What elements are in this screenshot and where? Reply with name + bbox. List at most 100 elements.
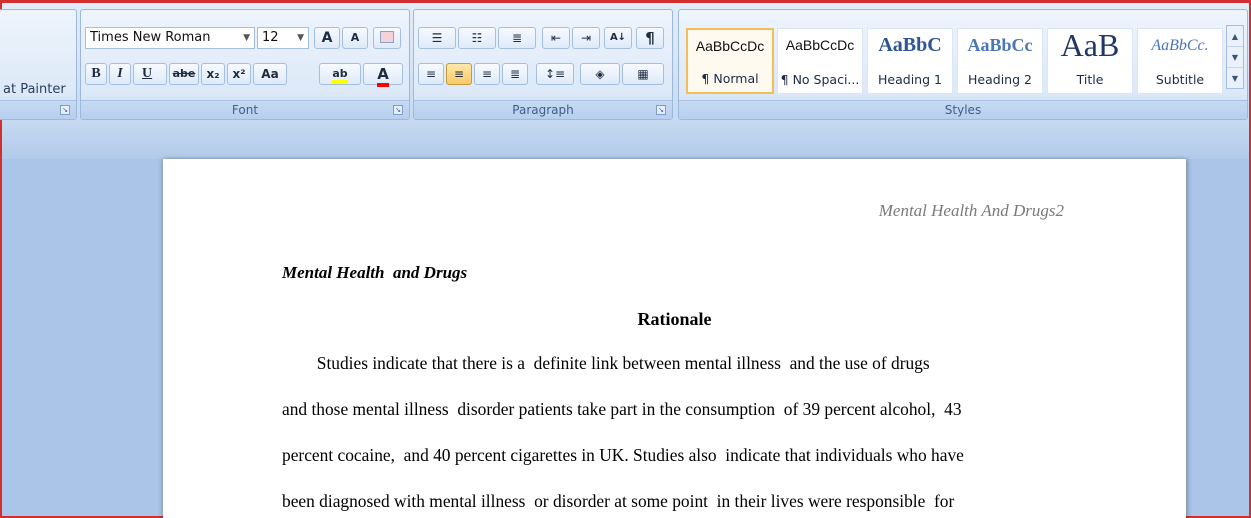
style-heading-2[interactable]: AaBbCc Heading 2: [957, 28, 1043, 94]
increase-indent-icon: ⇥: [580, 31, 592, 45]
justify-button[interactable]: ≣: [502, 63, 528, 85]
numbering-button[interactable]: ☷: [458, 27, 496, 49]
paragraph-group-label: Paragraph: [414, 100, 672, 119]
scroll-down-icon[interactable]: ▼: [1227, 47, 1243, 68]
strikethrough-button[interactable]: abe: [169, 63, 199, 85]
style-sample: AaB: [1060, 27, 1120, 63]
grow-font-button[interactable]: A: [314, 27, 340, 49]
paint-bucket-icon: ◈: [595, 67, 605, 81]
format-painter-label: at Painter: [3, 82, 66, 97]
subscript-button[interactable]: x₂: [201, 63, 225, 85]
style-name: Heading 1: [878, 72, 942, 87]
align-left-icon: ≡: [425, 67, 437, 81]
clipboard-group: at Painter ↘: [0, 9, 77, 120]
multilevel-list-icon: ≣: [511, 31, 523, 45]
shading-button[interactable]: ◈: [580, 63, 620, 85]
eraser-icon: [380, 31, 394, 43]
pilcrow-icon: ¶: [645, 29, 655, 47]
font-dialog-launcher[interactable]: ↘: [393, 105, 403, 115]
grow-font-icon: A: [321, 30, 333, 46]
style-sample: AaBbCcDc: [695, 38, 765, 54]
style-heading-1[interactable]: AaBbC Heading 1: [867, 28, 953, 94]
shrink-font-button[interactable]: A: [342, 27, 368, 49]
paragraph-group: ☰ ☷ ≣ ⇤ ⇥ A↓ ¶ ≡ ≡ ≡ ≣ ↕≡ ◈ ▦ Paragraph …: [413, 9, 673, 120]
highlight-button[interactable]: ab: [319, 63, 361, 85]
sort-icon: A↓: [609, 32, 627, 43]
decrease-indent-icon: ⇤: [550, 31, 562, 45]
superscript-icon: x²: [232, 67, 246, 81]
justify-icon: ≣: [509, 67, 521, 81]
change-case-icon: Aa: [261, 67, 279, 81]
style-title[interactable]: AaB Title: [1047, 27, 1133, 94]
font-group-label: Font: [81, 100, 409, 119]
increase-indent-button[interactable]: ⇥: [572, 27, 600, 49]
chevron-down-icon: ▼: [243, 33, 250, 43]
bullets-button[interactable]: ☰: [418, 27, 456, 49]
format-painter-button[interactable]: at Painter: [3, 82, 66, 97]
font-group: Times New Roman ▼ 12 ▼ A A B I U abe x₂: [80, 9, 410, 120]
style-name: Subtitle: [1155, 72, 1205, 87]
style-name: ¶ Normal: [701, 71, 759, 86]
paragraph-line: and those mental illness disorder patien…: [282, 399, 962, 419]
clipboard-dialog-launcher[interactable]: ↘: [60, 105, 70, 115]
superscript-button[interactable]: x²: [227, 63, 251, 85]
section-heading: Rationale: [637, 309, 712, 329]
align-left-button[interactable]: ≡: [418, 63, 444, 85]
bullet-list-icon: ☰: [431, 31, 443, 45]
styles-gallery-scroll[interactable]: ▲ ▼ ▼: [1226, 25, 1244, 89]
change-case-button[interactable]: Aa: [253, 63, 287, 85]
font-color-icon: A: [377, 65, 389, 87]
style-name: Title: [1076, 72, 1104, 87]
font-size-value: 12: [262, 30, 279, 45]
paragraph-line: been diagnosed with mental illness or di…: [282, 491, 955, 511]
paragraph-dialog-launcher[interactable]: ↘: [656, 105, 666, 115]
ribbon: at Painter ↘ Times New Roman ▼ 12 ▼ A A …: [0, 0, 1251, 121]
align-center-button[interactable]: ≡: [446, 63, 472, 85]
decrease-indent-button[interactable]: ⇤: [542, 27, 570, 49]
document-title: Mental Health and Drugs: [282, 263, 468, 282]
borders-icon: ▦: [637, 67, 649, 81]
bold-button[interactable]: B: [85, 63, 107, 85]
paragraph-line: percent cocaine, and 40 percent cigarett…: [282, 445, 964, 465]
style-subtitle[interactable]: AaBbCc. Subtitle: [1137, 28, 1223, 94]
shrink-font-icon: A: [350, 31, 360, 44]
multilevel-list-button[interactable]: ≣: [498, 27, 536, 49]
clear-formatting-button[interactable]: [373, 27, 401, 49]
font-size-combo[interactable]: 12 ▼: [257, 27, 309, 49]
scroll-up-icon[interactable]: ▲: [1227, 26, 1243, 47]
style-sample: AaBbCc.: [1151, 37, 1209, 54]
borders-button[interactable]: ▦: [622, 63, 664, 85]
style-no-spacing[interactable]: AaBbCcDc ¶ No Spaci...: [777, 28, 863, 94]
document-workspace: Mental Health And Drugs2 Mental Health a…: [0, 159, 1251, 518]
italic-button[interactable]: I: [109, 63, 131, 85]
align-right-button[interactable]: ≡: [474, 63, 500, 85]
italic-icon: I: [117, 66, 123, 81]
style-normal[interactable]: AaBbCcDc ¶ Normal: [686, 28, 774, 94]
underline-icon: U: [142, 66, 153, 81]
style-name: ¶ No Spaci...: [780, 72, 860, 87]
ruler-bar: [0, 121, 1251, 159]
line-spacing-button[interactable]: ↕≡: [536, 63, 574, 85]
underline-button[interactable]: U: [133, 63, 167, 85]
font-color-button[interactable]: A: [363, 63, 403, 87]
paragraph-line: Studies indicate that there is a definit…: [282, 353, 930, 373]
align-center-icon: ≡: [453, 67, 465, 81]
font-name-value: Times New Roman: [90, 30, 211, 45]
style-sample: AaBbCcDc: [785, 37, 855, 53]
line-spacing-icon: ↕≡: [544, 67, 566, 81]
sort-button[interactable]: A↓: [604, 27, 632, 49]
strikethrough-icon: abe: [172, 67, 196, 80]
document-page[interactable]: Mental Health And Drugs2 Mental Health a…: [163, 159, 1186, 518]
page-header: Mental Health And Drugs2: [878, 201, 1064, 220]
styles-group-label: Styles: [679, 100, 1247, 119]
chevron-down-icon: ▼: [297, 33, 304, 43]
show-marks-button[interactable]: ¶: [636, 27, 664, 49]
more-styles-icon[interactable]: ▼: [1227, 68, 1243, 89]
style-sample: AaBbC: [878, 34, 942, 56]
highlighter-icon: ab: [332, 67, 348, 84]
subscript-icon: x₂: [206, 67, 220, 81]
numbered-list-icon: ☷: [471, 31, 483, 45]
bold-icon: B: [91, 66, 101, 81]
font-name-combo[interactable]: Times New Roman ▼: [85, 27, 255, 49]
styles-group: AaBbCcDc ¶ Normal AaBbCcDc ¶ No Spaci...…: [678, 9, 1248, 120]
